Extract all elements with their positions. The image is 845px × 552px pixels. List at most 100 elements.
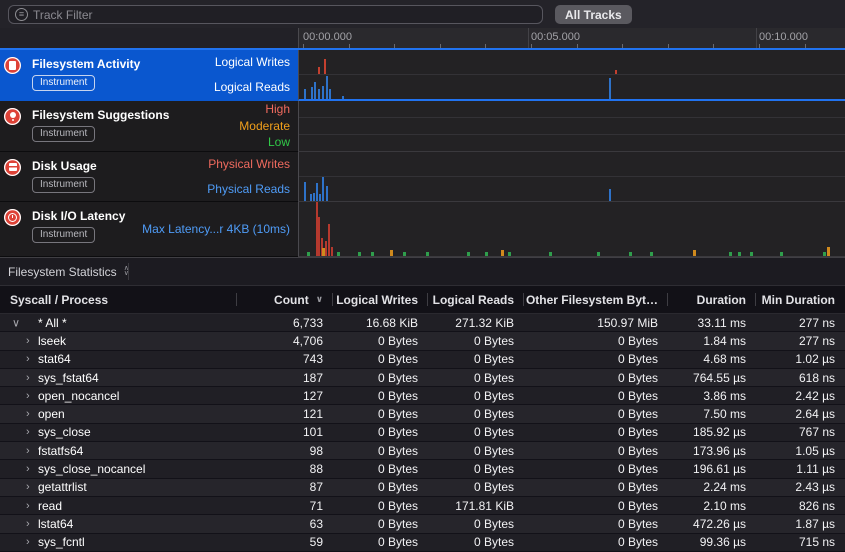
value-cell: 3.86 ms	[668, 389, 756, 403]
value-cell: 0 Bytes	[524, 371, 668, 385]
column-header-other-filesystem-byt-[interactable]: Other Filesystem Byt…	[524, 286, 668, 313]
disclosure-collapsed-icon[interactable]: ›	[26, 353, 30, 365]
value-cell: 0 Bytes	[333, 444, 428, 458]
table-row[interactable]: ›sys_fcntl590 Bytes0 Bytes0 Bytes99.36 µ…	[0, 534, 845, 552]
chart-lane-fs-high	[299, 101, 845, 117]
chart-spike	[311, 87, 313, 99]
disclosure-collapsed-icon[interactable]: ›	[26, 390, 30, 402]
track-sidebar-fa[interactable]: Filesystem ActivityInstrumentLogical Wri…	[0, 50, 298, 101]
value-cell: 271.32 KiB	[428, 316, 524, 330]
lane-label-fs-high: High	[239, 101, 290, 118]
track-sidebar-dl[interactable]: Disk I/O LatencyInstrumentMax Latency...…	[0, 202, 298, 257]
value-cell: 0 Bytes	[428, 480, 524, 494]
syscall-cell: ›sys_fcntl	[0, 534, 237, 551]
disclosure-collapsed-icon[interactable]: ›	[26, 536, 30, 548]
disclosure-collapsed-icon[interactable]: ›	[26, 463, 30, 475]
table-row[interactable]: ›sys_fstat641870 Bytes0 Bytes0 Bytes764.…	[0, 369, 845, 387]
value-cell: 277 ns	[756, 316, 845, 330]
table-row[interactable]: ∨* All *6,73316.68 KiB271.32 KiB150.97 M…	[0, 314, 845, 332]
track-filter-field[interactable]: ≡	[8, 5, 543, 24]
table-row[interactable]: ›lseek4,7060 Bytes0 Bytes0 Bytes1.84 ms2…	[0, 332, 845, 350]
track-chart-fa[interactable]	[298, 50, 845, 101]
track-sidebar-du[interactable]: Disk UsageInstrumentPhysical WritesPhysi…	[0, 152, 298, 203]
ruler-major-gridline	[528, 28, 529, 48]
lane-labels: Logical WritesLogical Reads	[214, 50, 290, 100]
syscall-cell: ∨ * All *	[0, 314, 237, 331]
value-cell: 0 Bytes	[428, 371, 524, 385]
value-cell: 0 Bytes	[524, 444, 668, 458]
value-cell: 0 Bytes	[333, 407, 428, 421]
lane-labels: Max Latency...r 4KB (10ms)	[142, 202, 290, 256]
column-header-count[interactable]: Count∨	[237, 286, 333, 313]
chart-spike	[390, 250, 393, 256]
lane-labels: Physical WritesPhysical Reads	[207, 152, 290, 202]
table-row[interactable]: ›fstatfs64980 Bytes0 Bytes0 Bytes173.96 …	[0, 442, 845, 460]
chart-spike	[403, 252, 406, 256]
syscall-name: open	[38, 407, 65, 421]
table-row[interactable]: ›stat647430 Bytes0 Bytes0 Bytes4.68 ms1.…	[0, 351, 845, 369]
chart-spike	[823, 252, 826, 256]
value-cell: 98	[237, 444, 333, 458]
disclosure-collapsed-icon[interactable]: ›	[26, 408, 30, 420]
disclosure-collapsed-icon[interactable]: ›	[26, 445, 30, 457]
disclosure-collapsed-icon[interactable]: ›	[26, 426, 30, 438]
track-row-fs[interactable]: Filesystem SuggestionsInstrumentHighMode…	[0, 101, 845, 152]
track-sidebar-fs[interactable]: Filesystem SuggestionsInstrumentHighMode…	[0, 101, 298, 152]
chart-spike	[780, 252, 783, 256]
table-row[interactable]: ›sys_close_nocancel880 Bytes0 Bytes0 Byt…	[0, 460, 845, 478]
track-filter-input[interactable]	[33, 8, 536, 22]
table-row[interactable]: ›lstat64630 Bytes0 Bytes0 Bytes472.26 µs…	[0, 515, 845, 533]
value-cell: 4.68 ms	[668, 352, 756, 366]
value-cell: 171.81 KiB	[428, 499, 524, 513]
track-row-du[interactable]: Disk UsageInstrumentPhysical WritesPhysi…	[0, 152, 845, 203]
syscall-name: stat64	[38, 352, 71, 366]
chart-spike	[318, 217, 320, 256]
track-row-dl[interactable]: Disk I/O LatencyInstrumentMax Latency...…	[0, 202, 845, 257]
chart-spike	[485, 252, 488, 256]
instruments-window: ≡ All Tracks 00:00.00000:05.00000:10.000…	[0, 0, 845, 552]
ruler-minor-tick	[668, 44, 669, 48]
track-row-fa[interactable]: Filesystem ActivityInstrumentLogical Wri…	[0, 50, 845, 101]
syscall-cell: ›lstat64	[0, 515, 237, 532]
value-cell: 0 Bytes	[524, 425, 668, 439]
chart-spike	[329, 89, 331, 99]
detail-view-selector[interactable]: Filesystem Statistics ∧∨	[8, 265, 129, 279]
value-cell: 127	[237, 389, 333, 403]
ruler-minor-tick	[713, 44, 714, 48]
ruler-minor-tick	[349, 44, 350, 48]
table-row[interactable]: ›sys_close1010 Bytes0 Bytes0 Bytes185.92…	[0, 424, 845, 442]
value-cell: 0 Bytes	[428, 352, 524, 366]
column-header-logical-reads[interactable]: Logical Reads	[428, 286, 524, 313]
value-cell: 618 ns	[756, 371, 845, 385]
disk-usage-icon	[4, 159, 21, 176]
column-header-duration[interactable]: Duration	[668, 286, 756, 313]
syscall-cell: ›fstatfs64	[0, 442, 237, 459]
value-cell: 0 Bytes	[333, 499, 428, 513]
disclosure-collapsed-icon[interactable]: ›	[26, 481, 30, 493]
table-row[interactable]: ›open_nocancel1270 Bytes0 Bytes0 Bytes3.…	[0, 387, 845, 405]
table-row[interactable]: ›getattrlist870 Bytes0 Bytes0 Bytes2.24 …	[0, 479, 845, 497]
column-header-min-duration[interactable]: Min Duration	[756, 286, 845, 313]
table-row[interactable]: ›open1210 Bytes0 Bytes0 Bytes7.50 ms2.64…	[0, 405, 845, 423]
value-cell: 1.11 µs	[756, 462, 845, 476]
disclosure-collapsed-icon[interactable]: ›	[26, 335, 30, 347]
track-list: Filesystem ActivityInstrumentLogical Wri…	[0, 50, 845, 258]
disclosure-collapsed-icon[interactable]: ›	[26, 518, 30, 530]
timeline-header: 00:00.00000:05.00000:10.000	[0, 28, 845, 50]
disclosure-collapsed-icon[interactable]: ›	[26, 372, 30, 384]
table-row[interactable]: ›read710 Bytes171.81 KiB0 Bytes2.10 ms82…	[0, 497, 845, 515]
column-header-syscall-process[interactable]: Syscall / Process	[0, 286, 237, 313]
disclosure-collapsed-icon[interactable]: ›	[26, 500, 30, 512]
chart-spike	[650, 252, 653, 256]
chart-spike	[501, 250, 504, 256]
disclosure-expanded-icon[interactable]: ∨	[12, 316, 20, 329]
track-chart-fs[interactable]	[298, 101, 845, 152]
value-cell: 715 ns	[756, 535, 845, 549]
syscall-name: * All *	[38, 316, 67, 330]
track-chart-dl[interactable]	[298, 202, 845, 257]
column-header-logical-writes[interactable]: Logical Writes	[333, 286, 428, 313]
all-tracks-button[interactable]: All Tracks	[555, 5, 632, 24]
value-cell: 764.55 µs	[668, 371, 756, 385]
timeline-ruler[interactable]: 00:00.00000:05.00000:10.000	[298, 28, 845, 48]
track-chart-du[interactable]	[298, 152, 845, 203]
